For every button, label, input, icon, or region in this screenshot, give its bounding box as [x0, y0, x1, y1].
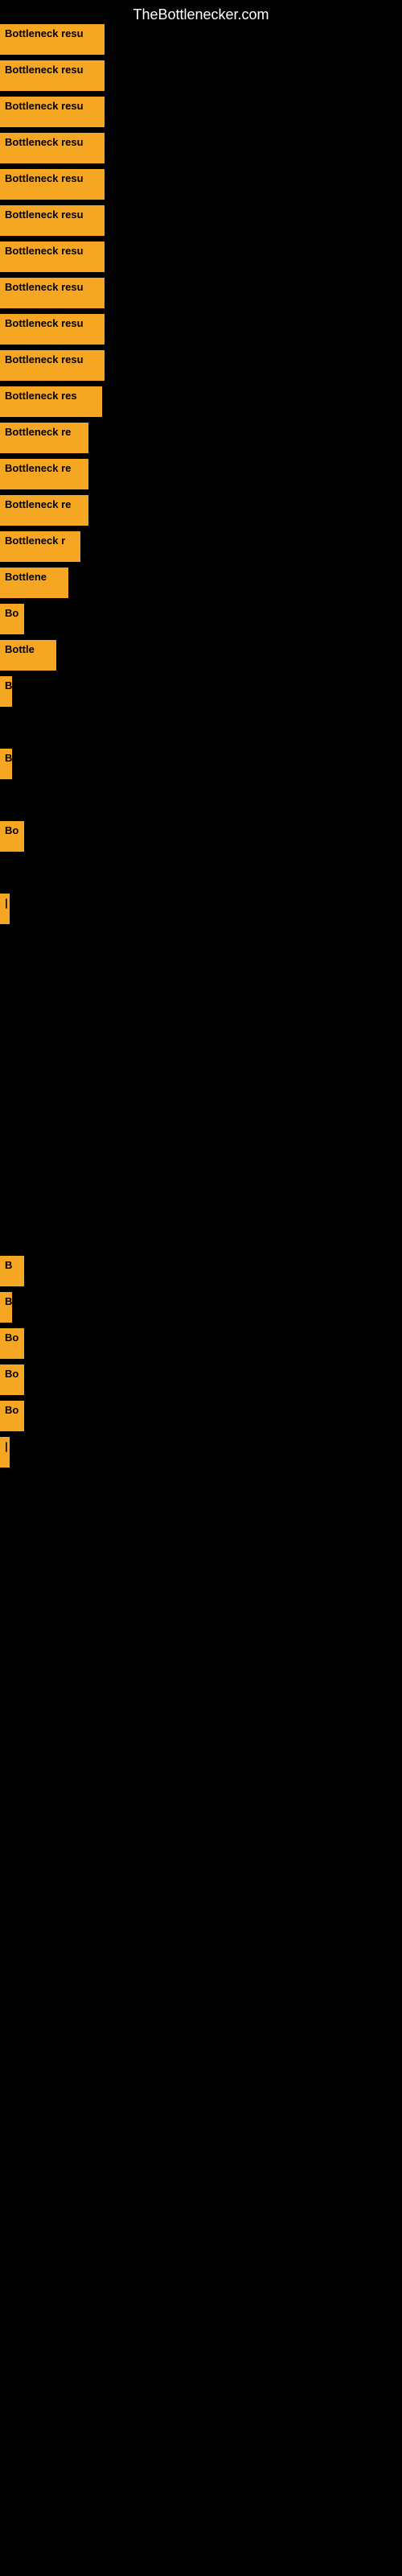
bottleneck-item-3: Bottleneck resu — [0, 133, 105, 163]
bottleneck-item-0: Bottleneck resu — [0, 24, 105, 55]
bottleneck-item-18: B — [0, 676, 12, 707]
bottleneck-item-6: Bottleneck resu — [0, 242, 105, 272]
bottleneck-item-26: Bo — [0, 1401, 24, 1431]
bottleneck-item-10: Bottleneck res — [0, 386, 102, 417]
bottleneck-item-23: B — [0, 1292, 12, 1323]
bottleneck-item-16: Bo — [0, 604, 24, 634]
bottleneck-item-9: Bottleneck resu — [0, 350, 105, 381]
bottleneck-item-27: | — [0, 1437, 10, 1468]
bottleneck-item-14: Bottleneck r — [0, 531, 80, 562]
bottleneck-item-2: Bottleneck resu — [0, 97, 105, 127]
bottleneck-item-15: Bottlene — [0, 568, 68, 598]
bottleneck-item-1: Bottleneck resu — [0, 60, 105, 91]
bottleneck-item-13: Bottleneck re — [0, 495, 88, 526]
bottleneck-item-19: B — [0, 749, 12, 779]
bottleneck-item-11: Bottleneck re — [0, 423, 88, 453]
bottleneck-item-25: Bo — [0, 1364, 24, 1395]
bottleneck-item-20: Bo — [0, 821, 24, 852]
bottleneck-item-5: Bottleneck resu — [0, 205, 105, 236]
bottleneck-item-24: Bo — [0, 1328, 24, 1359]
bottleneck-item-21: | — [0, 894, 10, 924]
bottleneck-item-22: B — [0, 1256, 24, 1286]
bottleneck-item-4: Bottleneck resu — [0, 169, 105, 200]
bottleneck-item-12: Bottleneck re — [0, 459, 88, 489]
bottleneck-item-8: Bottleneck resu — [0, 314, 105, 345]
bottleneck-item-7: Bottleneck resu — [0, 278, 105, 308]
bottleneck-item-17: Bottle — [0, 640, 56, 671]
